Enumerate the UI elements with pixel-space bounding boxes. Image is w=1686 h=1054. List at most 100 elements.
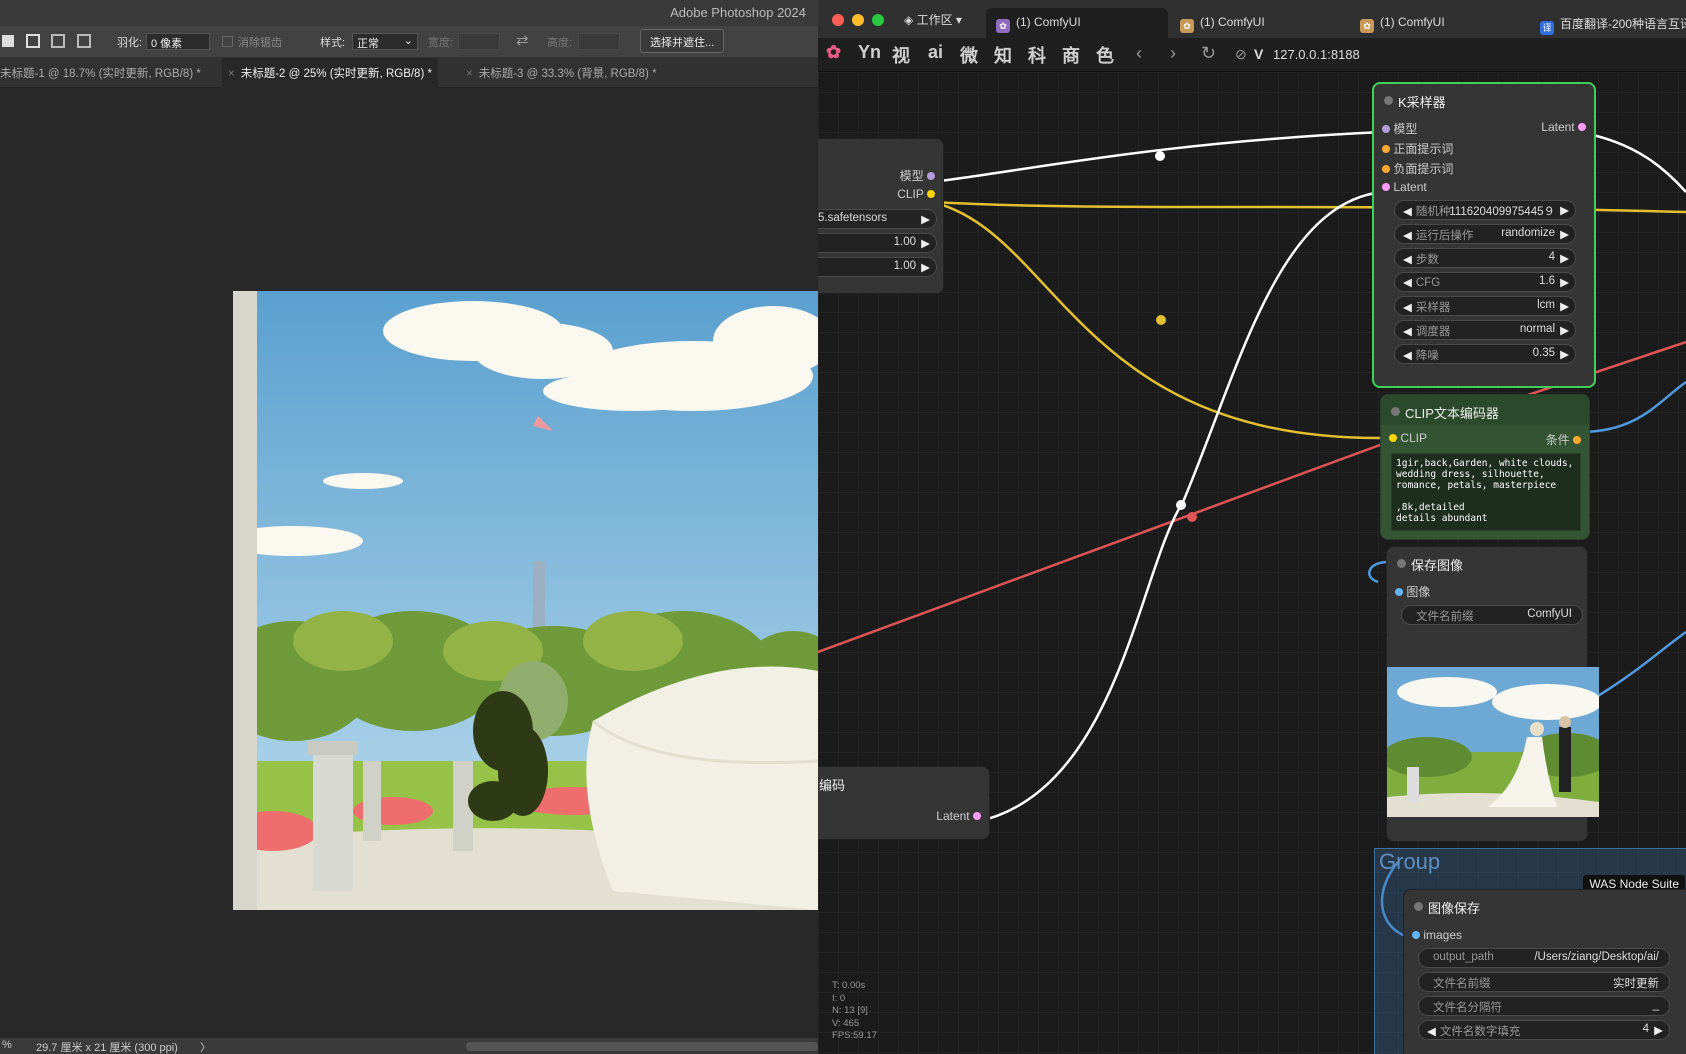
input-images-slot[interactable]: images	[1412, 928, 1462, 942]
doc-tab-2[interactable]: × 未标题-2 @ 25% (实时更新, RGB/8) *	[222, 58, 438, 88]
maximize-window-icon[interactable]	[872, 14, 884, 26]
horizontal-scrollbar[interactable]	[466, 1042, 818, 1051]
cfg-widget[interactable]: ◀ CFG 1.6 ▶	[1394, 272, 1576, 292]
weight-widget-1[interactable]: 1.00 ▶	[818, 233, 937, 253]
arrow-left-icon[interactable]: ◀	[1403, 230, 1412, 242]
output-latent-slot[interactable]: Latent	[1541, 120, 1586, 134]
bookmark-shang[interactable]: 商	[1062, 42, 1080, 68]
scheduler-widget[interactable]: ◀ 调度器 normal ▶	[1394, 320, 1576, 340]
subtract-selection-icon[interactable]	[51, 34, 65, 48]
arrow-left-icon[interactable]: ◀	[1403, 254, 1412, 266]
bookmark-ai[interactable]: ai	[928, 42, 943, 63]
input-negative-slot[interactable]: 负面提示词	[1382, 160, 1453, 177]
arrow-right-icon[interactable]: ▶	[1560, 227, 1569, 241]
preview-image[interactable]	[1387, 667, 1599, 817]
bookmark-yn[interactable]: Yn	[858, 42, 881, 63]
input-images-slot[interactable]: 图像	[1395, 583, 1430, 600]
comfyui-canvas[interactable]: 模型 CLIP 5.safetensors ▶ 1.00 ▶ 1.00 ▶ K采样器 …	[818, 72, 1686, 1054]
bookmark-zhi[interactable]: 知	[994, 42, 1012, 68]
filename-delimiter-widget[interactable]: 文件名分隔符 _	[1418, 996, 1670, 1016]
workspace-button[interactable]: ◈ 工作区 ▾	[904, 11, 962, 28]
node-title[interactable]: CLIP文本编码器	[1381, 395, 1589, 425]
bookmark-ke[interactable]: 科	[1028, 42, 1046, 68]
arrow-left-icon[interactable]: ◀	[1403, 277, 1412, 289]
close-icon[interactable]: ×	[466, 68, 473, 80]
doc-tab-3[interactable]: × 未标题-3 @ 33.3% (背景, RGB/8) *	[460, 58, 663, 88]
height-input[interactable]	[578, 33, 620, 50]
arrow-left-icon[interactable]: ◀	[1403, 350, 1412, 362]
back-icon[interactable]: ‹	[1136, 43, 1142, 64]
input-clip-slot[interactable]: CLIP	[1389, 431, 1427, 445]
arrow-right-icon[interactable]: ▶	[921, 212, 930, 226]
output-clip-slot[interactable]: CLIP	[897, 187, 935, 201]
zoom-readout[interactable]: %	[2, 1039, 12, 1051]
checkpoint-loader-node[interactable]: 模型 CLIP 5.safetensors ▶ 1.00 ▶ 1.00 ▶	[818, 138, 944, 294]
weight-widget-2[interactable]: 1.00 ▶	[818, 257, 937, 277]
seed-widget[interactable]: ◀ 随机种 111620409975445９ ▶	[1394, 200, 1576, 220]
arrow-right-icon[interactable]: ▶	[1560, 203, 1569, 217]
select-and-mask-button[interactable]: 选择并遮住...	[640, 29, 725, 53]
arrow-right-icon[interactable]: ▶	[1560, 299, 1569, 313]
style-select[interactable]: 正常 ⌄	[352, 33, 418, 50]
feather-input[interactable]: 0 像素	[146, 33, 210, 50]
flower-icon[interactable]: ✿	[826, 42, 841, 63]
filename-padding-widget[interactable]: ◀ 文件名数字填充 4 ▶	[1418, 1020, 1670, 1040]
node-group[interactable]: Group WAS Node Suite 图像保存 images output_…	[1374, 848, 1686, 1054]
bookmark-se[interactable]: 色	[1096, 42, 1114, 68]
browser-tab-2[interactable]: ✿ (1) ComfyUI	[1170, 8, 1342, 38]
arrow-left-icon[interactable]: ◀	[1427, 1026, 1436, 1038]
browser-tab-4[interactable]: 译百度翻译-200种语言互译	[1530, 8, 1686, 38]
node-title[interactable]: 图像保存	[1404, 890, 1686, 920]
close-icon[interactable]: ×	[228, 68, 235, 80]
ckpt-name-widget[interactable]: 5.safetensors ▶	[818, 209, 937, 229]
browser-tab-3[interactable]: ✿ (1) ComfyUI	[1350, 8, 1522, 38]
bookmark-shi[interactable]: 视	[892, 42, 910, 68]
output-conditioning-slot[interactable]: 条件	[1546, 431, 1581, 448]
node-title[interactable]: 保存图像	[1387, 547, 1587, 577]
status-arrow-icon[interactable]: 〉	[200, 1039, 211, 1054]
group-title[interactable]: Group	[1379, 849, 1440, 875]
prompt-textarea[interactable]: 1gir,back,Garden, white clouds, wedding …	[1391, 453, 1581, 531]
control-after-generate-widget[interactable]: ◀ 运行后操作 randomize ▶	[1394, 224, 1576, 244]
node-title[interactable]: K采样器	[1374, 84, 1594, 114]
image-save-node[interactable]: 图像保存 images output_path/Users/ziang/Desk…	[1403, 889, 1686, 1054]
filename-prefix-widget[interactable]: 文件名前缀 ComfyUI	[1401, 605, 1583, 625]
swap-icon[interactable]: ⇄	[516, 31, 529, 49]
input-model-slot[interactable]: 模型	[1382, 120, 1417, 137]
output-model-slot[interactable]: 模型	[900, 167, 935, 184]
shield-icon[interactable]: ⊘	[1235, 46, 1247, 63]
intersect-selection-icon[interactable]	[77, 34, 91, 48]
arrow-right-icon[interactable]: ▶	[1654, 1023, 1663, 1037]
filename-prefix-widget[interactable]: 文件名前缀 实时更新	[1418, 972, 1670, 992]
arrow-left-icon[interactable]: ◀	[1403, 302, 1412, 314]
sampler-widget[interactable]: ◀ 采样器 lcm ▶	[1394, 296, 1576, 316]
width-input[interactable]	[458, 33, 500, 50]
minimize-window-icon[interactable]	[852, 14, 864, 26]
reload-icon[interactable]: ↻	[1201, 43, 1216, 64]
browser-tab-1[interactable]: ✿ (1) ComfyUI	[986, 8, 1168, 38]
vae-encode-node[interactable]: 编码 Latent	[818, 766, 990, 840]
node-title[interactable]: 编码	[818, 767, 989, 797]
forward-icon[interactable]: ›	[1170, 43, 1176, 64]
antialias-checkbox[interactable]	[222, 36, 233, 47]
arrow-left-icon[interactable]: ◀	[1403, 206, 1412, 218]
bookmark-wei[interactable]: 微	[960, 42, 978, 68]
new-selection-icon[interactable]	[2, 35, 14, 47]
arrow-right-icon[interactable]: ▶	[1560, 275, 1569, 289]
output-latent-slot[interactable]: Latent	[936, 809, 981, 823]
ksampler-node[interactable]: K采样器 模型 正面提示词 负面提示词 Latent Latent ◀ 随机种 11…	[1372, 82, 1596, 388]
arrow-right-icon[interactable]: ▶	[1560, 323, 1569, 337]
close-window-icon[interactable]	[832, 14, 844, 26]
input-latent-slot[interactable]: Latent	[1382, 180, 1427, 194]
output-path-widget[interactable]: output_path/Users/ziang/Desktop/ai/	[1418, 948, 1670, 968]
arrow-left-icon[interactable]: ◀	[1403, 326, 1412, 338]
steps-widget[interactable]: ◀ 步数 4 ▶	[1394, 248, 1576, 268]
arrow-right-icon[interactable]: ▶	[921, 260, 930, 274]
doc-tab-1[interactable]: 未标题-1 @ 18.7% (实时更新, RGB/8) *	[0, 58, 207, 88]
denoise-widget[interactable]: ◀ 降噪 0.35 ▶	[1394, 344, 1576, 364]
clip-text-encoder-node[interactable]: CLIP文本编码器 CLIP 条件 1gir,back,Garden, whit…	[1380, 394, 1590, 540]
arrow-right-icon[interactable]: ▶	[1560, 251, 1569, 265]
input-positive-slot[interactable]: 正面提示词	[1382, 140, 1453, 157]
arrow-right-icon[interactable]: ▶	[1560, 347, 1569, 361]
url-bar[interactable]: 127.0.0.1:8188	[1273, 47, 1360, 62]
